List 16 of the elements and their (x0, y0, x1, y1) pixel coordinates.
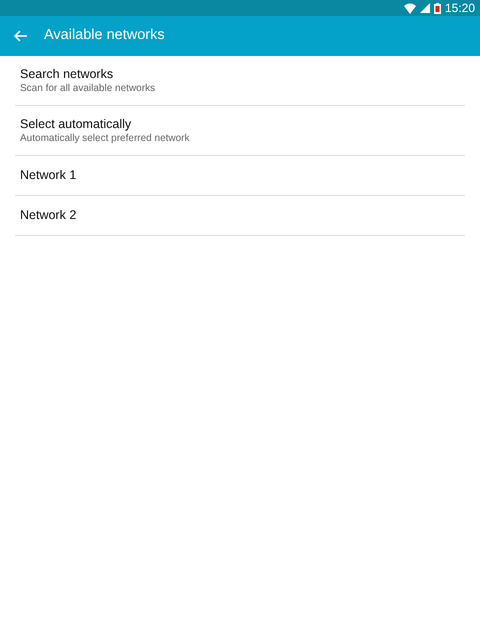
item-subtitle: Scan for all available networks (20, 82, 156, 94)
wifi-icon (404, 2, 416, 14)
back-button[interactable] (14, 30, 28, 42)
item-subtitle: Automatically select preferred network (20, 132, 191, 144)
list-item[interactable]: Select automatically Automatically select preferred network (15, 106, 465, 156)
status-time: 15:20 (444, 0, 475, 17)
item-title: Network 2 (20, 208, 78, 223)
list-item[interactable]: Network 2 (15, 196, 465, 236)
item-title: Search networks (20, 66, 114, 82)
battery-icon (434, 2, 441, 14)
list-item[interactable]: Network 1 (15, 156, 465, 196)
signal-icon (420, 3, 430, 13)
list-item[interactable]: Search networks Scan for all available networks (15, 56, 465, 106)
app-bar-title: Available networks (44, 26, 165, 46)
item-title: Select automatically (20, 116, 132, 132)
item-title: Network 1 (20, 168, 78, 183)
